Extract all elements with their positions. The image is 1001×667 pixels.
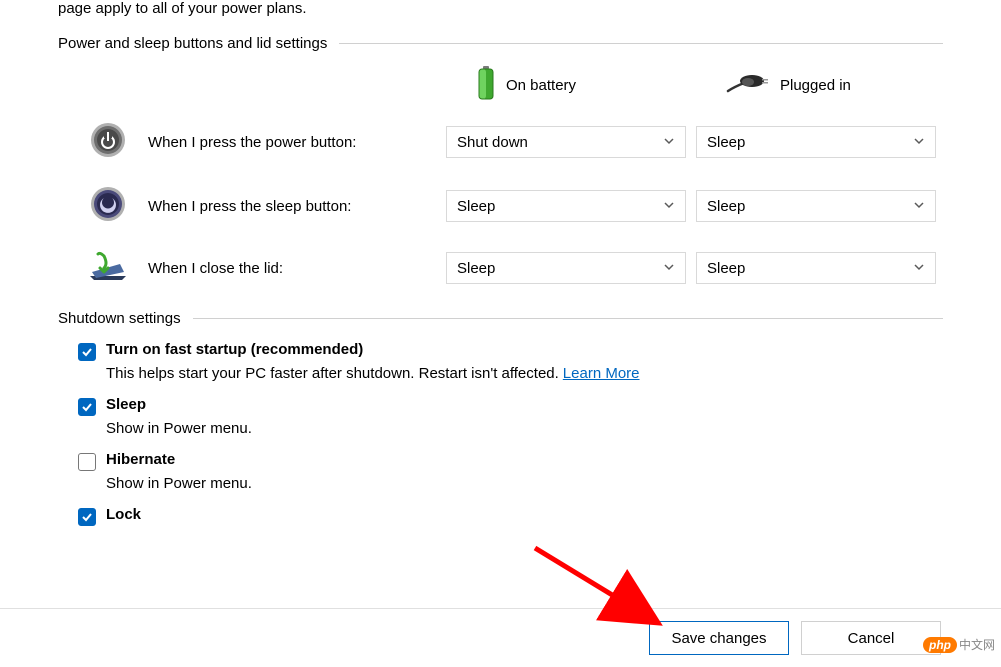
cancel-button-label: Cancel <box>848 630 895 647</box>
save-changes-button[interactable]: Save changes <box>649 621 789 655</box>
column-headers-row: On battery Plugged in <box>58 66 943 104</box>
watermark-text: 中文网 <box>959 636 995 653</box>
section-header-shutdown: Shutdown settings <box>58 310 943 327</box>
sleep-button-row: When I press the sleep button: Sleep Sle… <box>58 186 943 226</box>
lid-close-row: When I close the lid: Sleep Sleep <box>58 250 943 286</box>
sleep-button-plugged-select[interactable]: Sleep <box>696 190 936 222</box>
divider <box>193 318 943 319</box>
plug-icon <box>726 71 770 99</box>
fast-startup-desc-text: This helps start your PC faster after sh… <box>106 365 559 382</box>
save-button-label: Save changes <box>671 630 766 647</box>
chevron-down-icon <box>913 134 925 151</box>
sleep-checkbox[interactable] <box>78 398 96 416</box>
section-title: Shutdown settings <box>58 310 181 327</box>
watermark-badge: php <box>923 637 957 653</box>
divider <box>339 43 943 44</box>
lid-close-label: When I close the lid: <box>148 260 436 277</box>
footer-bar: Save changes Cancel <box>0 608 1001 667</box>
section-header-buttons-lid: Power and sleep buttons and lid settings <box>58 35 943 52</box>
fast-startup-label: Turn on fast startup (recommended) <box>106 341 363 358</box>
hibernate-checkbox[interactable] <box>78 453 96 471</box>
fast-startup-desc: This helps start your PC faster after sh… <box>58 365 943 382</box>
on-battery-label: On battery <box>506 77 576 94</box>
power-buttons-lid-section: Power and sleep buttons and lid settings… <box>0 35 1001 286</box>
sleep-item: Sleep <box>58 396 943 416</box>
hibernate-item: Hibernate <box>58 451 943 471</box>
chevron-down-icon <box>913 198 925 215</box>
intro-text: page apply to all of your power plans. <box>0 0 1001 35</box>
power-button-label: When I press the power button: <box>148 134 436 151</box>
battery-icon <box>476 66 496 104</box>
watermark: php 中文网 <box>923 636 995 653</box>
lid-plugged-select[interactable]: Sleep <box>696 252 936 284</box>
chevron-down-icon <box>663 134 675 151</box>
power-button-row: When I press the power button: Shut down… <box>58 122 943 162</box>
fast-startup-checkbox[interactable] <box>78 343 96 361</box>
on-battery-header: On battery <box>476 66 716 104</box>
sleep-desc: Show in Power menu. <box>58 420 943 437</box>
hibernate-label: Hibernate <box>106 451 175 468</box>
fast-startup-item: Turn on fast startup (recommended) <box>58 341 943 361</box>
learn-more-link[interactable]: Learn More <box>563 365 640 382</box>
select-value: Sleep <box>707 260 745 277</box>
hibernate-desc: Show in Power menu. <box>58 475 943 492</box>
lock-label: Lock <box>106 506 141 523</box>
sleep-label: Sleep <box>106 396 146 413</box>
select-value: Sleep <box>457 198 495 215</box>
lid-battery-select[interactable]: Sleep <box>446 252 686 284</box>
select-value: Sleep <box>707 134 745 151</box>
cancel-button[interactable]: Cancel <box>801 621 941 655</box>
chevron-down-icon <box>663 198 675 215</box>
select-value: Sleep <box>707 198 745 215</box>
power-button-icon <box>90 122 126 162</box>
section-title: Power and sleep buttons and lid settings <box>58 35 327 52</box>
sleep-desc-text: Show in Power menu. <box>106 420 252 437</box>
lock-checkbox[interactable] <box>78 508 96 526</box>
chevron-down-icon <box>913 260 925 277</box>
sleep-button-icon <box>90 186 126 226</box>
plugged-in-header: Plugged in <box>726 71 966 99</box>
plugged-in-label: Plugged in <box>780 77 851 94</box>
hibernate-desc-text: Show in Power menu. <box>106 475 252 492</box>
power-button-battery-select[interactable]: Shut down <box>446 126 686 158</box>
laptop-lid-icon <box>86 250 130 286</box>
select-value: Shut down <box>457 134 528 151</box>
select-value: Sleep <box>457 260 495 277</box>
chevron-down-icon <box>663 260 675 277</box>
shutdown-settings-section: Shutdown settings Turn on fast startup (… <box>0 310 1001 526</box>
power-button-plugged-select[interactable]: Sleep <box>696 126 936 158</box>
lock-item: Lock <box>58 506 943 526</box>
sleep-button-label: When I press the sleep button: <box>148 198 436 215</box>
sleep-button-battery-select[interactable]: Sleep <box>446 190 686 222</box>
